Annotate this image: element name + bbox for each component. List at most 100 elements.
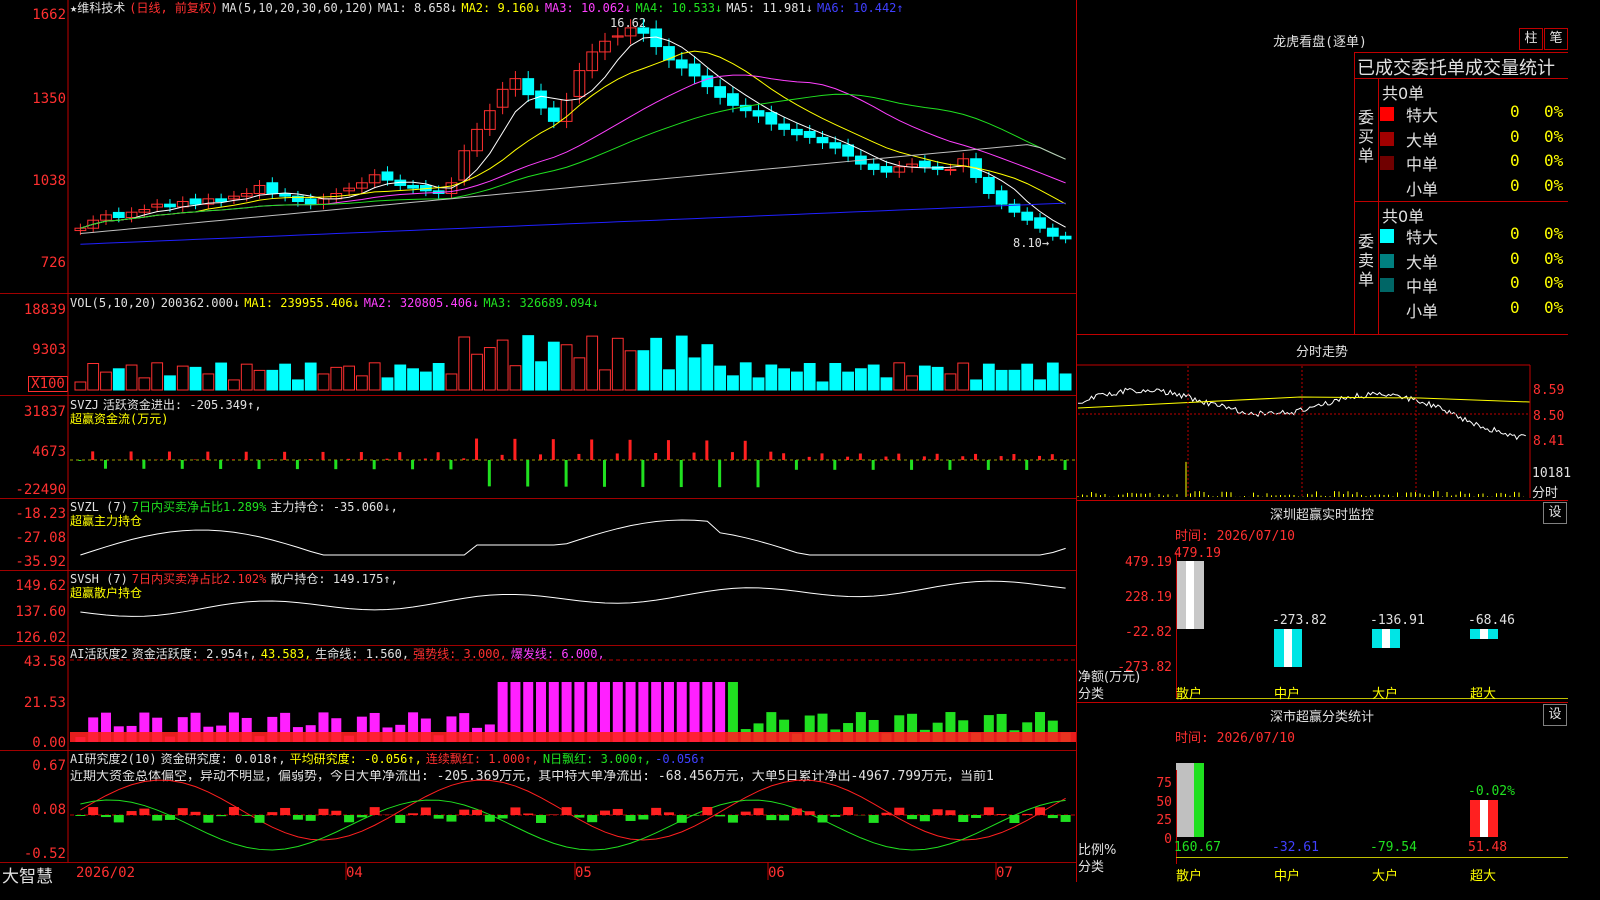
buy-row: 小单 0 0%: [1380, 176, 1568, 200]
flow-bar: [565, 460, 568, 487]
cls-settings-button[interactable]: 设: [1543, 704, 1567, 726]
sell-row-pct: 0%: [1544, 298, 1563, 317]
category-label: 大户: [1372, 865, 1398, 884]
intraday-axis-mid: 8.50: [1533, 409, 1564, 424]
volume-bar: [868, 365, 879, 390]
kline-chart[interactable]: [0, 0, 1568, 882]
research-bar: [510, 807, 520, 815]
volume-bar: [612, 338, 623, 390]
flow-bar: [437, 452, 440, 460]
divider: [1378, 78, 1379, 334]
category-label: 中户: [1274, 865, 1300, 884]
volume-bar: [395, 365, 406, 390]
research-bar: [600, 811, 610, 815]
category-label: 大户: [1372, 683, 1398, 702]
sell-row: 中单 0 0%: [1380, 273, 1568, 297]
sz-monitor-title: 深圳超赢实时监控: [1076, 504, 1568, 523]
sz-axis-3: -22.82: [1116, 625, 1172, 640]
research-bar: [881, 813, 891, 815]
candle-body: [868, 164, 879, 169]
flow-bar: [360, 452, 363, 460]
candle-body: [382, 172, 393, 180]
divider: [1076, 500, 1568, 501]
flow-bar: [258, 460, 261, 469]
volume-bar: [190, 367, 201, 390]
intraday-title: 分时走势: [1076, 341, 1568, 360]
bar-mode-button[interactable]: 柱: [1519, 28, 1543, 50]
buy-row-name: 特大: [1406, 102, 1438, 126]
research-bar: [306, 815, 316, 821]
research-bar: [626, 815, 636, 821]
research-bar: [139, 809, 149, 815]
candle-body: [1035, 218, 1046, 228]
research-bar: [677, 815, 687, 823]
candle-body: [638, 28, 649, 33]
ma-line: [80, 94, 1065, 228]
lhb-title: 龙虎看盘(逐单): [1250, 31, 1390, 50]
flow-bar: [936, 454, 939, 460]
research-bar: [255, 815, 265, 823]
candle-body: [766, 113, 777, 124]
volume-bar: [1060, 374, 1071, 390]
candle-body: [523, 79, 534, 95]
volume-bar: [753, 378, 764, 390]
volume-bar: [881, 378, 892, 390]
research-bar: [574, 815, 584, 818]
flow-bar: [667, 440, 670, 460]
sz-settings-button[interactable]: 设: [1543, 502, 1567, 524]
sz-axis-2: 228.19: [1116, 590, 1172, 605]
value-label: 479.19: [1174, 546, 1221, 561]
research-bar: [242, 815, 252, 816]
sz-large-bar-highlight: [1382, 629, 1390, 648]
candle-body: [664, 47, 675, 60]
research-bar: [779, 815, 789, 820]
flow-bar: [1051, 454, 1054, 460]
legend-swatch: [1380, 254, 1394, 268]
candle-body: [792, 129, 803, 134]
flow-bar: [897, 454, 900, 460]
cls-super-bar-highlight: [1480, 800, 1488, 837]
flow-bar: [552, 439, 555, 460]
research-bar: [638, 815, 648, 820]
volume-bar: [459, 337, 470, 390]
volume-bar: [472, 354, 483, 390]
volume-bar: [523, 336, 534, 390]
volume-bar: [88, 363, 99, 390]
volume-bar: [101, 372, 112, 390]
volume-bar: [113, 369, 124, 390]
volume-bar: [1009, 370, 1020, 390]
ma-line: [80, 37, 1065, 228]
volume-bar: [651, 338, 662, 390]
research-bar: [498, 815, 508, 818]
research-bar: [523, 813, 533, 815]
flow-bar: [718, 460, 721, 487]
candle-body: [919, 161, 930, 167]
category-label: 中户: [1274, 683, 1300, 702]
avg-research-line: [80, 800, 1065, 850]
tick-mode-button[interactable]: 笔: [1544, 28, 1568, 50]
flow-bar: [168, 452, 171, 460]
candle-body: [945, 169, 956, 170]
value-label: 160.67: [1174, 840, 1221, 855]
research-bar: [459, 810, 469, 815]
value-label: 51.48: [1468, 840, 1507, 855]
flow-bar: [705, 440, 708, 460]
research-bar: [203, 815, 213, 823]
research-bar: [702, 807, 712, 815]
sell-row-count: 0: [1510, 249, 1520, 268]
candle-body: [689, 64, 700, 76]
candle-body: [190, 199, 201, 204]
sell-row: 特大 0 0%: [1380, 224, 1568, 248]
flow-bar: [821, 453, 824, 460]
flow-bar: [795, 460, 798, 470]
candle-body: [305, 199, 316, 204]
sell-orders-label: 委卖单: [1358, 232, 1376, 289]
research-bar: [370, 807, 380, 815]
volume-bar: [203, 374, 214, 390]
value-label: -273.82: [1272, 613, 1327, 628]
candle-body: [267, 183, 278, 194]
cls-x-axis: [1176, 857, 1568, 858]
research-bar: [434, 815, 444, 819]
volume-bar: [561, 345, 572, 390]
volume-bar: [587, 336, 598, 390]
